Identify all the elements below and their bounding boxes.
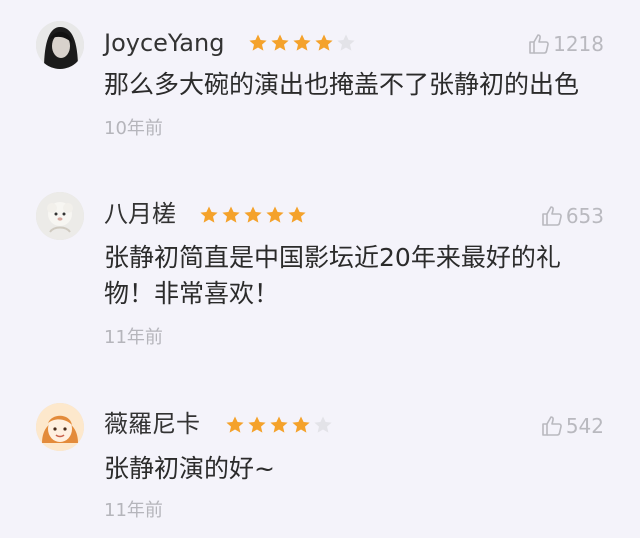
star-icon: [314, 33, 334, 53]
like-button[interactable]: 542: [540, 414, 604, 438]
comment-text: 张静初简直是中国影坛近20年来最好的礼物！非常喜欢！: [104, 243, 561, 308]
like-button[interactable]: 1218: [527, 32, 604, 56]
star-icon: [270, 33, 290, 53]
star-icon: [292, 33, 312, 53]
like-count: 653: [565, 204, 604, 228]
star-icon: [243, 205, 263, 225]
cartoon-girl-avatar-icon: [36, 403, 84, 451]
rating-stars: [225, 415, 333, 435]
comment-time: 10年前: [104, 118, 163, 139]
star-icon: [336, 33, 356, 53]
thumbs-up-icon: [540, 204, 564, 228]
star-icon: [248, 33, 268, 53]
star-icon: [287, 205, 307, 225]
username[interactable]: 薇羅尼卡: [104, 410, 200, 438]
avatar[interactable]: [36, 192, 84, 240]
rating-stars: [199, 205, 307, 225]
star-icon: [265, 205, 285, 225]
thumbs-up-icon: [540, 414, 564, 438]
star-icon: [199, 205, 219, 225]
comment-time: 11年前: [104, 500, 163, 521]
comment-time: 11年前: [104, 327, 163, 348]
star-icon: [269, 415, 289, 435]
thumbs-up-icon: [527, 32, 551, 56]
rating-stars: [248, 33, 356, 53]
fluffy-animal-avatar-icon: [36, 192, 84, 240]
star-icon: [313, 415, 333, 435]
avatar[interactable]: [36, 403, 84, 451]
like-count: 542: [565, 414, 604, 438]
portrait-avatar-icon: [36, 21, 84, 69]
comment-text: 张静初演的好~: [104, 454, 275, 483]
avatar[interactable]: [36, 21, 84, 69]
username[interactable]: JoyceYang: [104, 29, 224, 57]
username[interactable]: 八月槎: [104, 200, 176, 228]
star-icon: [247, 415, 267, 435]
star-icon: [225, 415, 245, 435]
star-icon: [291, 415, 311, 435]
star-icon: [221, 205, 241, 225]
comment-text: 那么多大碗的演出也掩盖不了张静初的出色: [104, 70, 580, 99]
like-button[interactable]: 653: [540, 204, 604, 228]
like-count: 1218: [553, 32, 604, 56]
